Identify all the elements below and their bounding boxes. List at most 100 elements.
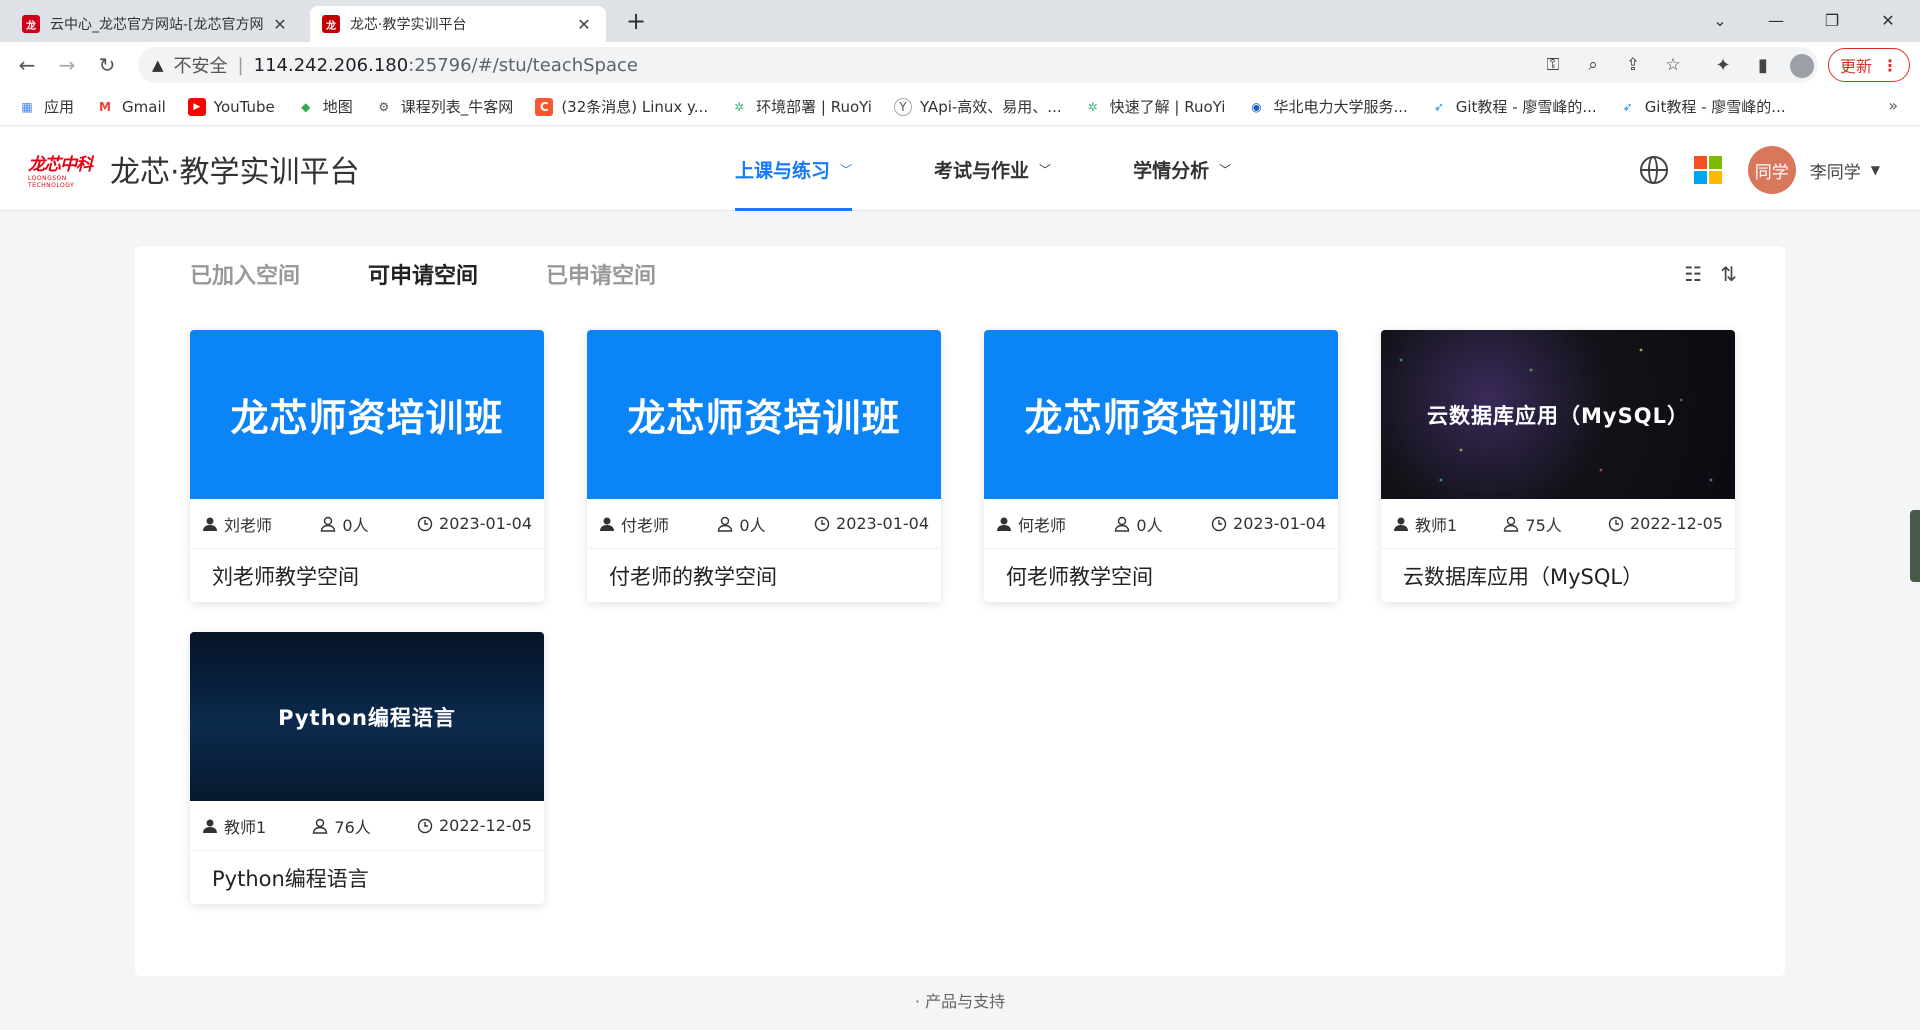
close-window-button[interactable]: ✕ (1860, 0, 1916, 40)
course-card[interactable]: 龙芯师资培训班 何老师 0人 2023-01-04 何老师教学空间 (984, 330, 1338, 602)
windows-apps-icon[interactable] (1693, 156, 1722, 184)
bookmark-star-icon[interactable]: ☆ (1658, 47, 1688, 83)
course-title: Python编程语言 (212, 866, 369, 891)
bookmark-ncepu[interactable]: ◉ 华北电力大学服务... (1247, 96, 1408, 117)
key-icon[interactable]: ⚿ (1538, 47, 1568, 83)
teacher-name: 教师1 (224, 817, 267, 837)
csdn-icon: C (535, 97, 554, 116)
minimize-button[interactable]: — (1748, 0, 1804, 40)
browser-tab-yunzhongxin[interactable]: 龙 云中心_龙芯官方网站-[龙芯官方网 ✕ (10, 6, 302, 42)
update-button[interactable]: 更新 ⋮ (1828, 48, 1910, 82)
nav-learning-analysis[interactable]: 学情分析 ﹀ (1133, 127, 1231, 211)
yapi-icon: Y (893, 97, 912, 116)
bookmark-nowcoder[interactable]: ⚙ 课程列表_牛客网 (375, 96, 514, 117)
course-date: 2022-12-05 (1630, 514, 1723, 533)
bookmark-csdn[interactable]: C (32条消息) Linux y... (535, 96, 708, 117)
forward-arrow-icon[interactable]: → (52, 50, 82, 80)
side-panel-icon[interactable]: ▮ (1748, 50, 1778, 80)
avatar[interactable]: 同学 (1747, 146, 1796, 194)
date-info: 2023-01-04 (814, 514, 929, 533)
teach-space-panel: 已加入空间 可申请空间 已申请空间 ☷ ⇅ 龙芯师资培训班 刘老师 0人 202… (135, 246, 1785, 976)
bookmarks-overflow-icon[interactable]: » (1888, 96, 1898, 115)
course-card[interactable]: 龙芯师资培训班 刘老师 0人 2023-01-04 刘老师教学空间 (190, 330, 544, 602)
bookmark-yapi[interactable]: Y YApi-高效、易用、... (893, 96, 1062, 117)
list-view-icon[interactable]: ☷ (1684, 262, 1702, 286)
tab-search-chevron-icon[interactable]: ⌄ (1692, 0, 1748, 40)
bookmark-gmail[interactable]: M Gmail (96, 98, 166, 116)
member-icon (1504, 516, 1519, 532)
nav-label: 考试与作业 (934, 159, 1030, 182)
bookmark-label: 课程列表_牛客网 (400, 98, 514, 116)
loongson-logo: 龙芯中科 LOONGSON TECHNOLOGY (28, 151, 98, 189)
back-arrow-icon[interactable]: ← (12, 50, 42, 80)
cover-text: 龙芯师资培训班 (230, 396, 504, 440)
bookmark-apps[interactable]: ▦ 应用 (18, 96, 74, 117)
clock-icon (1608, 516, 1624, 531)
bookmark-maps[interactable]: ◆ 地图 (297, 96, 353, 117)
course-meta: 刘老师 0人 2023-01-04 (190, 499, 544, 549)
gmail-icon: M (99, 99, 111, 114)
member-icon (313, 818, 328, 834)
browser-tab-strip: 龙 云中心_龙芯官方网站-[龙芯官方网 ✕ 龙 龙芯·教学实训平台 ✕ + ⌄ … (0, 0, 1920, 42)
zoom-icon[interactable]: ⌕ (1578, 47, 1608, 83)
new-tab-button[interactable]: + (622, 8, 650, 36)
close-tab-icon[interactable]: ✕ (574, 14, 594, 34)
address-bar[interactable]: ▲ 不安全 | 114.242.206.180:25796/#/stu/teac… (138, 47, 1818, 83)
bookmark-label: YApi-高效、易用、... (919, 98, 1062, 116)
teacher-name: 何老师 (1018, 515, 1067, 535)
course-card[interactable]: 云数据库应用（MySQL） 教师1 75人 2022-12-05 云数据库应用（… (1381, 330, 1735, 602)
clock-icon (1211, 516, 1227, 531)
course-card[interactable]: 龙芯师资培训班 付老师 0人 2023-01-04 付老师的教学空间 (587, 330, 941, 602)
bookmark-youtube[interactable]: ▶ YouTube (187, 97, 275, 116)
member-info: 0人 (717, 512, 766, 536)
bookmark-git-1[interactable]: ➶ Git教程 - 廖雪峰的... (1430, 96, 1597, 117)
profile-avatar-icon[interactable] (1790, 54, 1814, 78)
course-meta: 教师1 76人 2022-12-05 (190, 801, 544, 851)
bookmark-label: 地图 (322, 98, 353, 116)
side-scroll-handle[interactable] (1910, 510, 1920, 582)
course-card[interactable]: Python编程语言 教师1 76人 2022-12-05 Python编程语言 (190, 632, 544, 904)
user-name[interactable]: 李同学 (1810, 158, 1861, 183)
tab-joined-spaces[interactable]: 已加入空间 (190, 258, 300, 290)
rocket-icon: ➶ (1622, 99, 1633, 114)
teacher-name: 教师1 (1415, 515, 1458, 535)
share-icon[interactable]: ⇪ (1618, 47, 1648, 83)
nav-exam-homework[interactable]: 考试与作业 ﹀ (934, 127, 1051, 211)
tab-available-spaces[interactable]: 可申请空间 (368, 258, 478, 290)
date-info: 2022-12-05 (417, 816, 532, 835)
restore-button[interactable]: ❐ (1804, 0, 1860, 40)
tab-applied-spaces[interactable]: 已申请空间 (546, 258, 656, 290)
globe-icon[interactable] (1639, 156, 1668, 184)
bookmark-ruoyi-deploy[interactable]: ✲ 环境部署 | RuoYi (730, 96, 872, 117)
sort-icon[interactable]: ⇅ (1720, 262, 1737, 286)
member-count: 0人 (342, 515, 369, 535)
close-tab-icon[interactable]: ✕ (270, 14, 290, 34)
browser-toolbar: ← → ↻ ▲ 不安全 | 114.242.206.180:25796/#/st… (0, 42, 1920, 88)
chevron-down-icon: ﹀ (1039, 162, 1052, 177)
nav-label: 学情分析 (1133, 159, 1210, 182)
footer-product-support[interactable]: · 产品与支持 (0, 988, 1920, 1012)
maps-icon: ◆ (301, 99, 311, 114)
teacher-icon (997, 517, 1011, 531)
extensions-puzzle-icon[interactable]: ✦ (1708, 50, 1738, 80)
bookmark-git-2[interactable]: ➶ Git教程 - 廖雪峰的... (1619, 96, 1786, 117)
warning-triangle-icon[interactable]: ▲ (152, 56, 164, 74)
caret-down-icon[interactable]: ▼ (1871, 163, 1880, 177)
bookmark-label: YouTube (213, 97, 275, 116)
nav-class-practice[interactable]: 上课与练习 ﹀ (735, 127, 853, 211)
header-right: 同学 李同学 ▼ (1639, 146, 1880, 194)
member-icon (1115, 516, 1130, 532)
member-icon (718, 516, 733, 532)
member-count: 0人 (739, 515, 766, 535)
browser-tab-teaching-platform[interactable]: 龙 龙芯·教学实训平台 ✕ (310, 6, 606, 42)
address-separator: | (237, 54, 244, 76)
logo-text: 龙芯中科 (28, 154, 93, 175)
course-cover: 云数据库应用（MySQL） (1381, 330, 1735, 499)
ncepu-icon: ◉ (1251, 99, 1262, 114)
brand[interactable]: 龙芯中科 LOONGSON TECHNOLOGY 龙芯·教学实训平台 (28, 147, 360, 191)
reload-icon[interactable]: ↻ (92, 50, 122, 80)
course-cover: 龙芯师资培训班 (984, 330, 1338, 499)
date-info: 2023-01-04 (417, 514, 532, 533)
nav-label: 上课与练习 (735, 159, 831, 182)
bookmark-ruoyi-quick[interactable]: ✲ 快速了解 | RuoYi (1084, 96, 1226, 117)
